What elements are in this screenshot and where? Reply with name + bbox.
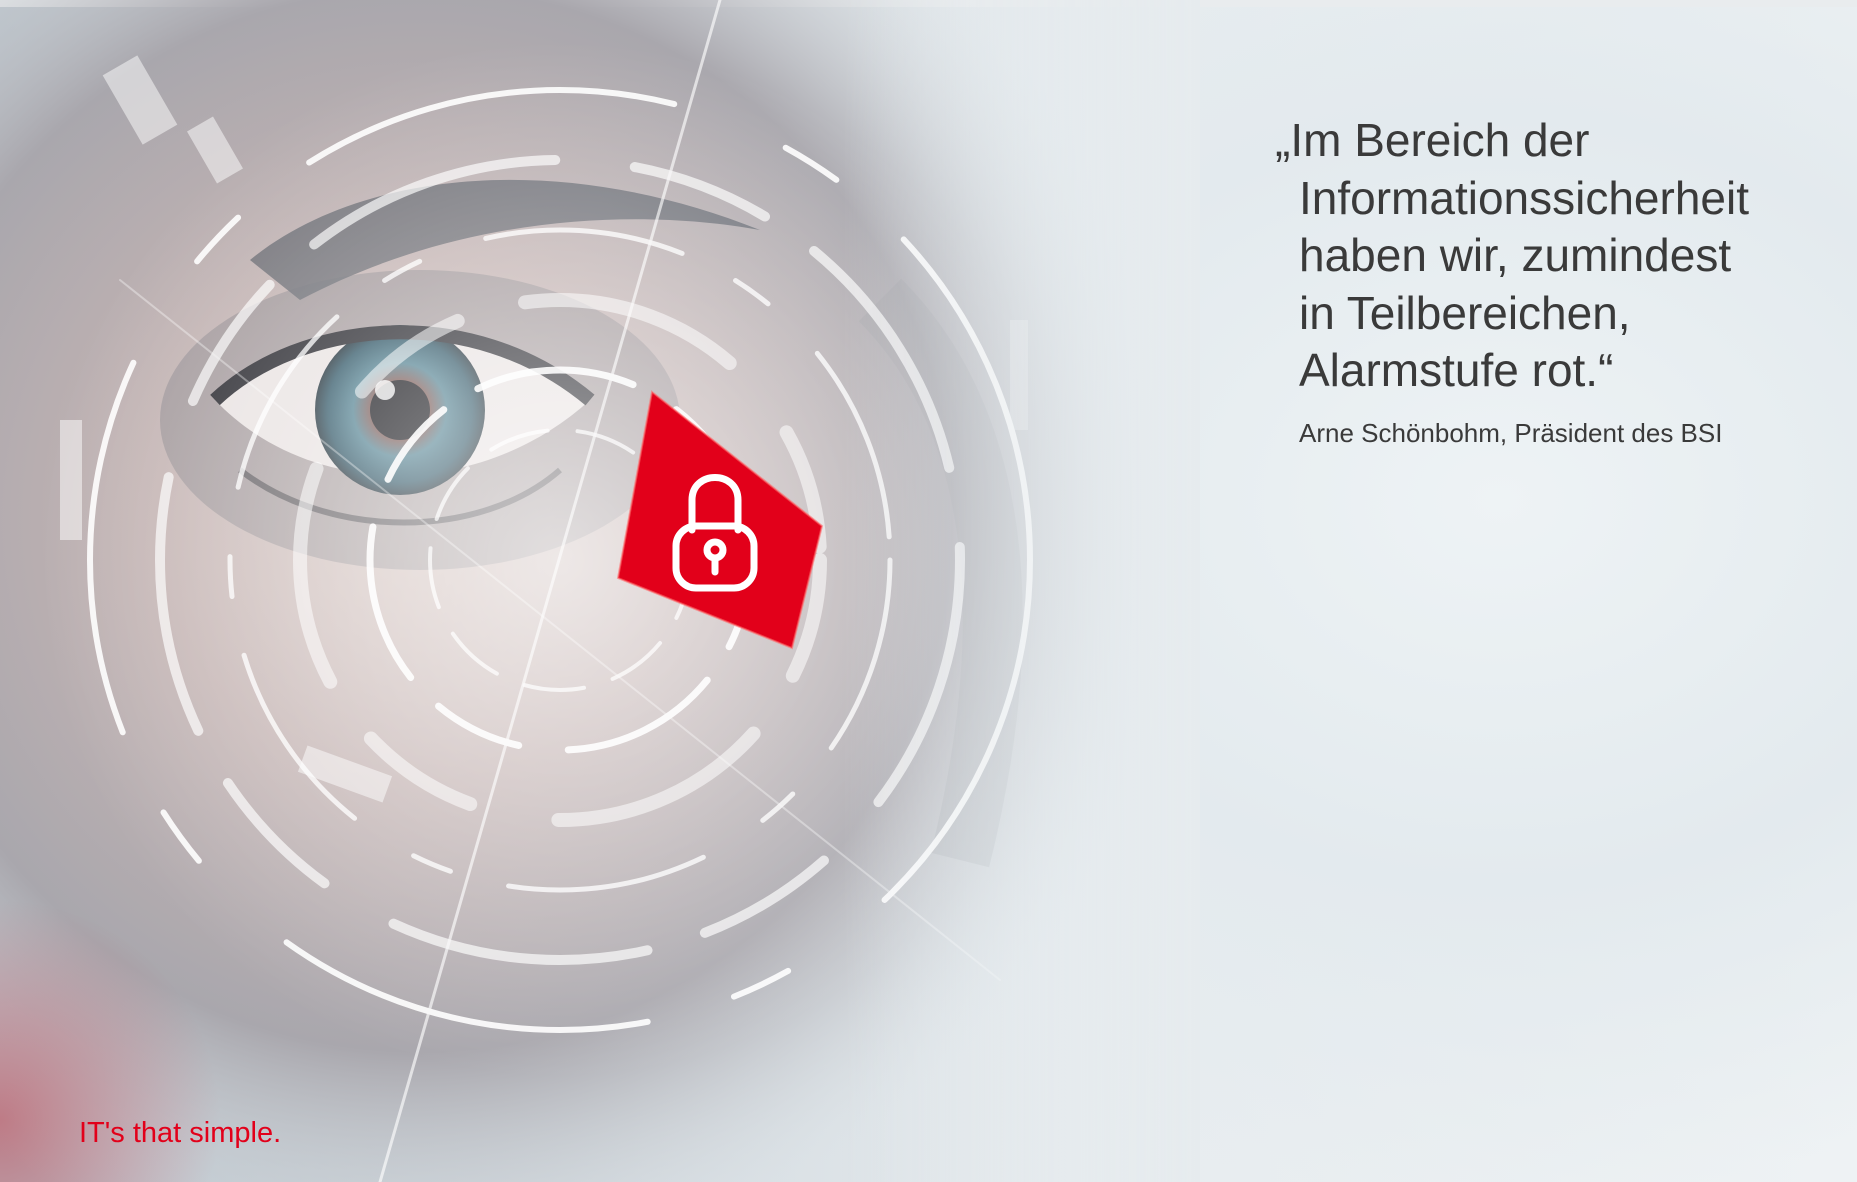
tagline: IT's that simple. bbox=[79, 1117, 282, 1149]
slide: „Im Bereich der Informationssicherheit h… bbox=[0, 0, 1857, 1182]
hero-image bbox=[0, 0, 1200, 1182]
quote-text: „Im Bereich der Informationssicherheit h… bbox=[1275, 112, 1835, 400]
quote-line-4: in Teilbereichen, bbox=[1299, 286, 1631, 339]
quote-line-5: Alarmstufe rot.“ bbox=[1299, 344, 1614, 396]
quote-line-3: haben wir, zumindest bbox=[1299, 229, 1732, 281]
quote-line-1: „Im Bereich der bbox=[1275, 114, 1590, 166]
quote-attribution: Arne Schönbohm, Präsident des BSI bbox=[1299, 418, 1723, 448]
quote-line-2: Informationssicherheit bbox=[1299, 171, 1749, 224]
